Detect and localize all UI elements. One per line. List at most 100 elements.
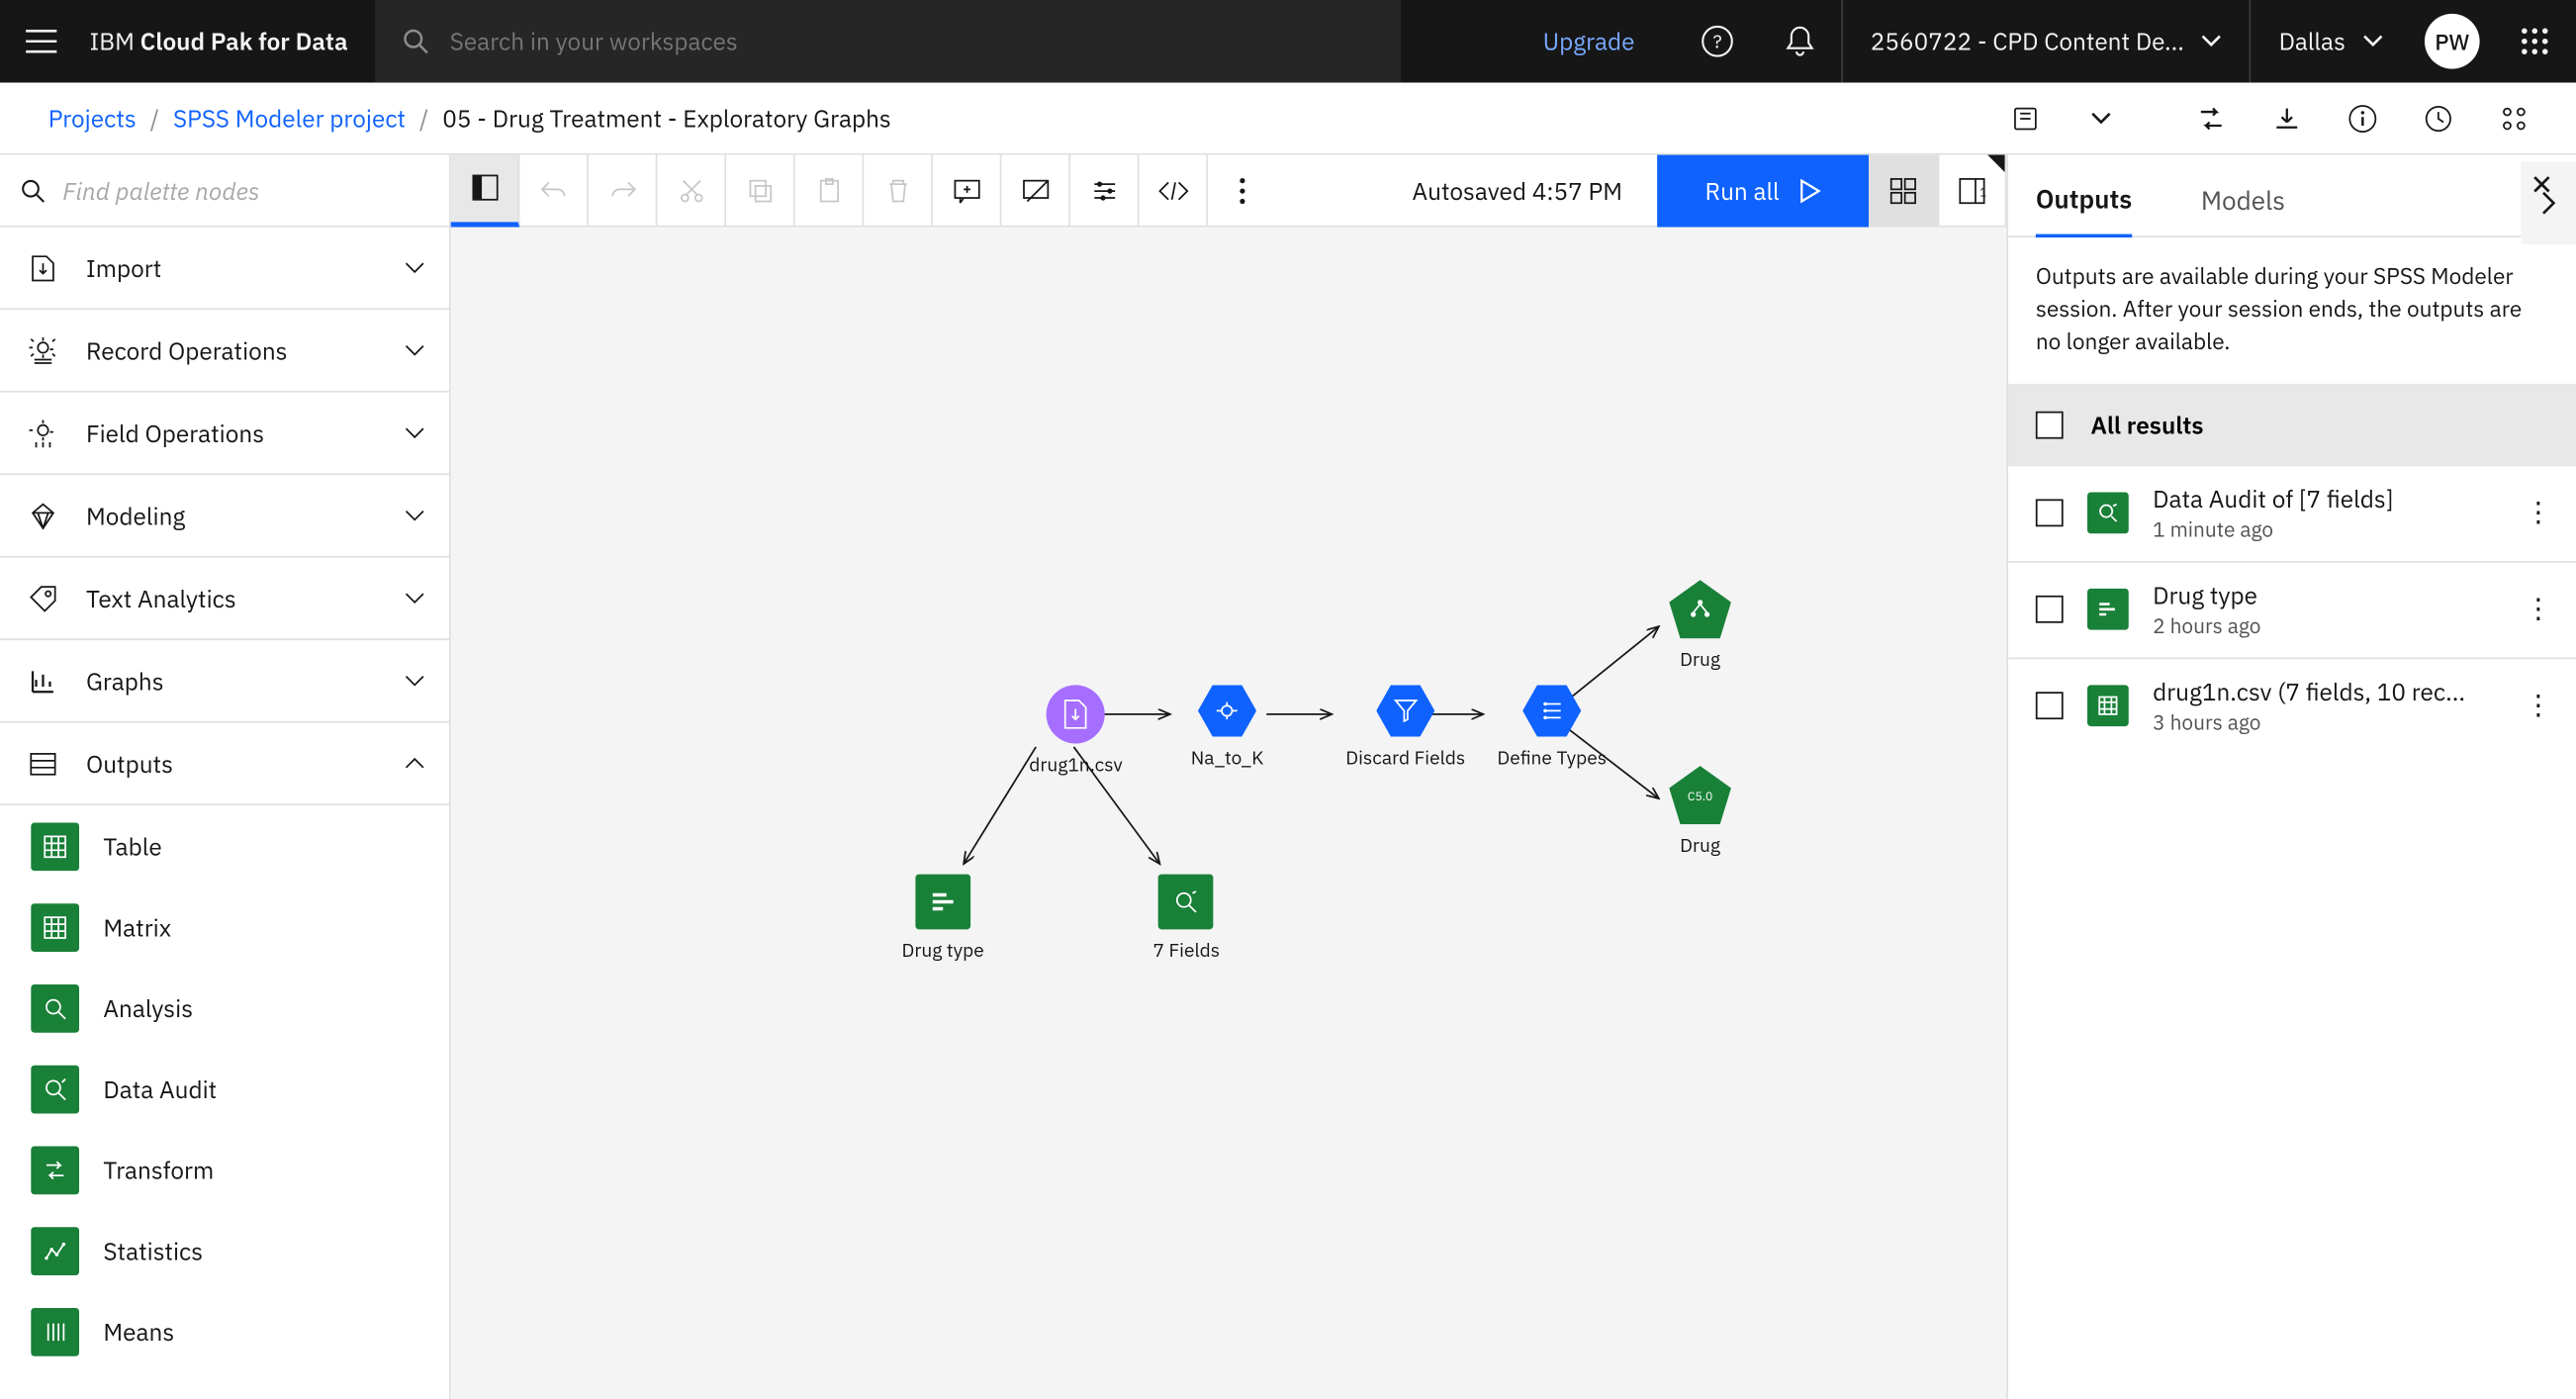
- bookmark-icon[interactable]: [1991, 83, 2061, 152]
- chevron-down-icon[interactable]: [2067, 83, 2136, 152]
- panel-view-button[interactable]: 1: [1938, 154, 2007, 227]
- result-checkbox[interactable]: [2036, 596, 2064, 623]
- flow-canvas[interactable]: drug1n.csv Na_to_K Discard Fields Define…: [451, 228, 2007, 1399]
- palette-node-table[interactable]: Table: [0, 805, 449, 886]
- output-result[interactable]: Drug type 2 hours ago ⋮: [2008, 562, 2576, 658]
- global-search[interactable]: [375, 0, 1401, 82]
- output-result[interactable]: Data Audit of [7 fields] 1 minute ago ⋮: [2008, 466, 2576, 562]
- palette-node-means[interactable]: Means: [0, 1291, 449, 1372]
- breadcrumb-current: 05 - Drug Treatment - Exploratory Graphs: [442, 103, 890, 134]
- node-source[interactable]: drug1n.csv: [1029, 685, 1123, 778]
- breadcrumb-root[interactable]: Projects: [48, 103, 137, 134]
- all-results-label: All results: [2090, 409, 2203, 439]
- breadcrumb-project[interactable]: SPSS Modeler project: [173, 103, 406, 134]
- comment-button[interactable]: [933, 154, 1002, 227]
- avatar[interactable]: PW: [2425, 14, 2480, 69]
- palette-group-text-analytics[interactable]: Text Analytics: [0, 558, 449, 640]
- node-drug-type[interactable]: Drug type: [901, 875, 983, 964]
- close-icon[interactable]: ✕: [2521, 165, 2562, 207]
- node-label: Define Types: [1497, 747, 1607, 771]
- download-icon[interactable]: [2253, 83, 2322, 152]
- means-icon: [31, 1307, 79, 1355]
- node-seven-fields[interactable]: 7 Fields: [1152, 875, 1220, 964]
- brand-product: Cloud Pak for Data: [140, 26, 348, 56]
- region-dropdown[interactable]: Dallas: [2250, 0, 2411, 82]
- palette-node-data-audit[interactable]: Data Audit: [0, 1048, 449, 1129]
- node-drug-model-bot[interactable]: C5.0 Drug: [1669, 766, 1731, 859]
- search-icon: [403, 28, 429, 55]
- palette-group-label: Graphs: [86, 665, 405, 696]
- palette-search-input[interactable]: [62, 175, 428, 206]
- history-icon[interactable]: [2404, 83, 2473, 152]
- palette-group-graphs[interactable]: Graphs: [0, 640, 449, 722]
- upgrade-link[interactable]: Upgrade: [1502, 0, 1676, 82]
- tab-models[interactable]: Models: [2201, 168, 2285, 235]
- chevron-down-icon: [405, 509, 425, 522]
- palette-group-modeling[interactable]: Modeling: [0, 475, 449, 557]
- account-dropdown[interactable]: 2560722 - CPD Content De...: [1841, 0, 2250, 82]
- redo-button[interactable]: [589, 154, 658, 227]
- swap-icon[interactable]: [2176, 83, 2246, 152]
- palette-node-label: Means: [103, 1316, 174, 1347]
- audit-icon: [31, 1065, 79, 1113]
- palette-group-label: Field Operations: [86, 418, 405, 448]
- copy-button[interactable]: [726, 154, 795, 227]
- output-result[interactable]: drug1n.csv (7 fields, 10 rec... 3 hours …: [2008, 658, 2576, 753]
- svg-text:1: 1: [1979, 184, 1985, 199]
- palette-node-transform[interactable]: Transform: [0, 1129, 449, 1210]
- app-switcher-icon[interactable]: [2494, 0, 2576, 82]
- breadcrumb: Projects / SPSS Modeler project / 05 - D…: [0, 82, 2576, 154]
- menu-icon[interactable]: [0, 0, 82, 82]
- palette-node-matrix[interactable]: Matrix: [0, 886, 449, 968]
- global-search-input[interactable]: [450, 26, 1374, 56]
- palette-group-outputs[interactable]: Outputs: [0, 723, 449, 805]
- result-title: Drug type: [2153, 579, 2497, 609]
- all-results-header[interactable]: All results: [2008, 383, 2576, 465]
- chevron-down-icon: [405, 261, 425, 275]
- palette-node-statistics[interactable]: Statistics: [0, 1210, 449, 1291]
- result-checkbox[interactable]: [2036, 692, 2064, 719]
- palette-node-label: Transform: [103, 1154, 214, 1184]
- overflow-icon[interactable]: ⋮: [2521, 592, 2555, 626]
- undo-button[interactable]: [519, 154, 589, 227]
- node-label: 7 Fields: [1152, 940, 1220, 964]
- palette-group-record-ops[interactable]: Record Operations: [0, 310, 449, 392]
- code-button[interactable]: [1140, 154, 1209, 227]
- delete-button[interactable]: [864, 154, 933, 227]
- help-icon[interactable]: ?: [1676, 0, 1758, 82]
- info-icon[interactable]: [2329, 83, 2398, 152]
- grid-view-button[interactable]: [1869, 154, 1938, 227]
- node-na-to-k[interactable]: Na_to_K: [1191, 685, 1264, 771]
- tab-outputs[interactable]: Outputs: [2036, 167, 2132, 237]
- palette-node-analysis[interactable]: Analysis: [0, 968, 449, 1049]
- node-label: drug1n.csv: [1029, 754, 1123, 778]
- settings-icon[interactable]: [2480, 83, 2549, 152]
- node-label: Na_to_K: [1191, 747, 1264, 771]
- no-comment-button[interactable]: [1001, 154, 1070, 227]
- result-title: Data Audit of [7 fields]: [2153, 483, 2497, 513]
- sliders-button[interactable]: [1070, 154, 1140, 227]
- node-label: Drug type: [901, 940, 983, 964]
- paste-button[interactable]: [795, 154, 865, 227]
- node-discard[interactable]: Discard Fields: [1345, 685, 1465, 771]
- top-bar: IBM Cloud Pak for Data Upgrade ? 2560722…: [0, 0, 2576, 82]
- transform-icon: [31, 1146, 79, 1194]
- overflow-icon[interactable]: ⋮: [2521, 689, 2555, 723]
- chevron-down-icon: [405, 343, 425, 357]
- node-define-types[interactable]: Define Types: [1497, 685, 1607, 771]
- run-all-label: Run all: [1704, 175, 1779, 206]
- node-drug-model-top[interactable]: Drug: [1669, 580, 1731, 673]
- result-checkbox[interactable]: [2036, 500, 2064, 527]
- overflow-button[interactable]: [1208, 154, 1277, 227]
- palette-group-field-ops[interactable]: Field Operations: [0, 393, 449, 475]
- overflow-icon[interactable]: ⋮: [2521, 496, 2555, 530]
- palette-group-import[interactable]: Import: [0, 228, 449, 310]
- run-all-button[interactable]: Run all: [1657, 154, 1869, 227]
- cut-button[interactable]: [657, 154, 726, 227]
- matrix-icon: [31, 902, 79, 951]
- palette-search[interactable]: [0, 155, 449, 228]
- palette-toggle-button[interactable]: [451, 154, 520, 227]
- notifications-icon[interactable]: [1759, 0, 1841, 82]
- select-all-checkbox[interactable]: [2036, 411, 2064, 438]
- brand-label: IBM Cloud Pak for Data: [82, 26, 375, 56]
